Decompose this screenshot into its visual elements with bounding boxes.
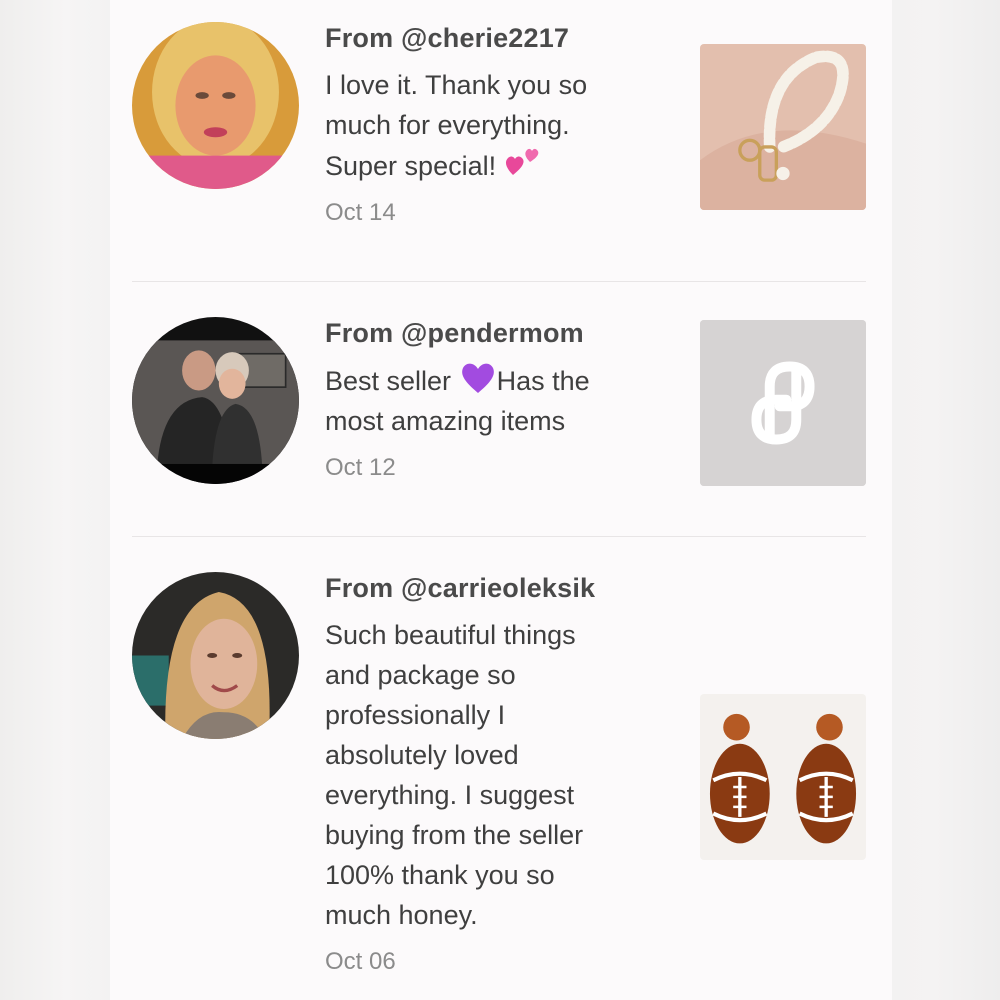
review-date: Oct 06 [325, 948, 396, 975]
review-item: From @cherie2217 I love it. Thank you so… [132, 22, 866, 262]
review-username[interactable]: From @carrieoleksik [325, 572, 645, 605]
review-text-line: and package so [325, 660, 516, 690]
review-content: From @carrieoleksik Such beautiful thing… [325, 572, 645, 977]
review-text-line: buying from the seller [325, 820, 584, 850]
two-hearts-icon [505, 148, 538, 175]
review-text-line: professionally I [325, 700, 506, 730]
purple-heart-icon [461, 363, 494, 393]
product-thumbnail[interactable] [700, 320, 866, 486]
review-text-line: I love it. Thank you so [325, 70, 588, 100]
review-username[interactable]: From @pendermom [325, 317, 645, 350]
divider [132, 281, 866, 282]
product-thumbnail[interactable] [700, 44, 866, 210]
product-thumbnail[interactable] [700, 694, 866, 860]
divider [132, 536, 866, 537]
review-text-line: much for everything. [325, 110, 570, 140]
review-text-line: most amazing items [325, 406, 566, 436]
review-content: From @pendermom Best seller Has the most… [325, 317, 645, 483]
review-item: From @carrieoleksik Such beautiful thing… [132, 572, 866, 992]
reviews-panel[interactable]: From @cherie2217 I love it. Thank you so… [110, 0, 892, 1000]
review-text: I love it. Thank you so much for everyth… [325, 65, 645, 186]
poshmark-placeholder-icon [700, 320, 866, 486]
avatar[interactable] [132, 317, 299, 484]
review-text-line: absolutely loved [325, 740, 519, 770]
review-username[interactable]: From @cherie2217 [325, 22, 645, 55]
review-content: From @cherie2217 I love it. Thank you so… [325, 22, 645, 228]
review-text-line: much honey. [325, 900, 478, 930]
avatar[interactable] [132, 22, 299, 189]
left-background [0, 0, 110, 1000]
review-text: Such beautiful things and package so pro… [325, 615, 645, 935]
review-text-line: Super special! [325, 145, 645, 186]
review-text-line: 100% thank you so [325, 860, 555, 890]
review-item: From @pendermom Best seller Has the most… [132, 317, 866, 537]
pearl-keychain-image [700, 44, 866, 210]
review-text-line: everything. I suggest [325, 780, 575, 810]
review-text-line: Such beautiful things [325, 620, 576, 650]
review-date: Oct 12 [325, 454, 396, 481]
review-date: Oct 14 [325, 199, 396, 226]
right-background [892, 0, 1000, 1000]
review-text-line: Best seller Has the [325, 360, 645, 401]
review-text: Best seller Has the most amazing items [325, 360, 645, 441]
avatar[interactable] [132, 572, 299, 739]
football-earrings-image [700, 694, 866, 860]
